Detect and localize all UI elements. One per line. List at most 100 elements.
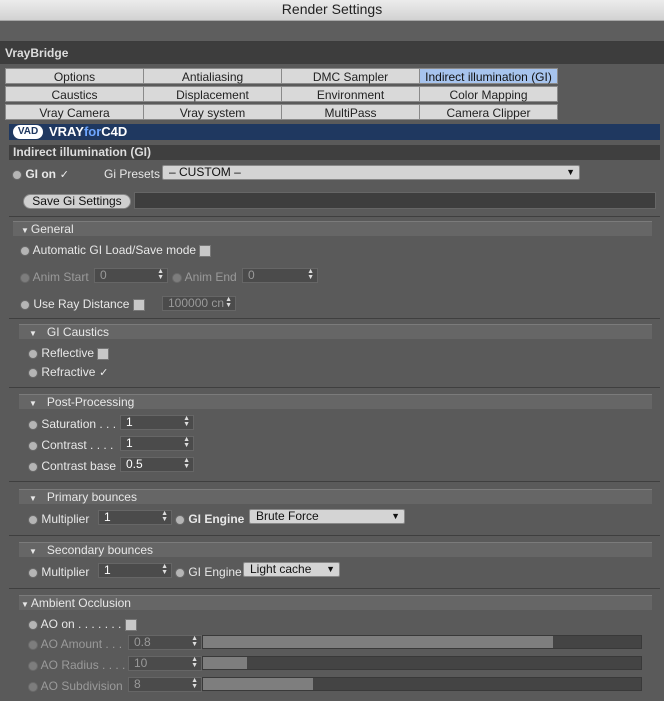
tab-grid: Options Antialiasing DMC Sampler Indirec… xyxy=(5,68,558,122)
tab-dmc-sampler[interactable]: DMC Sampler xyxy=(281,68,420,84)
anim-start-label: Anim Start xyxy=(32,270,89,284)
ao-amount-row: AO Amount . . . xyxy=(28,637,122,651)
secondary-multiplier-row: Multiplier xyxy=(28,565,89,579)
ao-amount-input[interactable]: 0.8 ▲ ▼ xyxy=(128,635,202,650)
ray-distance-radio[interactable] xyxy=(20,299,30,310)
refractive-radio[interactable] xyxy=(28,367,38,378)
vray-logo-banner: VAD VRAYforC4D xyxy=(9,124,660,140)
tab-options[interactable]: Options xyxy=(5,68,144,84)
saturation-row: Saturation . . . xyxy=(28,417,116,431)
gi-on-label: GI on xyxy=(25,167,57,181)
tab-vray-camera[interactable]: Vray Camera xyxy=(5,104,144,120)
tab-camera-clipper[interactable]: Camera Clipper xyxy=(419,104,558,120)
auto-gi-radio[interactable] xyxy=(20,245,30,256)
ray-distance-row: Use Ray Distance xyxy=(20,297,145,311)
primary-engine-radio[interactable] xyxy=(175,514,185,525)
anim-end-radio[interactable] xyxy=(172,272,182,283)
tab-antialiasing[interactable]: Antialiasing xyxy=(143,68,282,84)
post-processing-section-header[interactable]: ▼ Post-Processing xyxy=(19,394,652,409)
tab-caustics[interactable]: Caustics xyxy=(5,86,144,102)
reflective-radio[interactable] xyxy=(28,348,38,359)
triangle-down-icon: ▼ xyxy=(29,399,37,408)
tab-vray-system[interactable]: Vray system xyxy=(143,104,282,120)
tab-environment[interactable]: Environment xyxy=(281,86,420,102)
anim-end-input[interactable]: 0 ▲ ▼ xyxy=(242,268,318,283)
secondary-engine-radio[interactable] xyxy=(175,567,185,578)
refractive-label: Refractive xyxy=(41,365,96,379)
ao-subdivision-radio[interactable] xyxy=(28,681,38,692)
primary-multiplier-radio[interactable] xyxy=(28,514,38,525)
auto-gi-label: Automatic GI Load/Save mode xyxy=(32,243,197,257)
gi-presets-dropdown[interactable]: – CUSTOM – ▼ xyxy=(162,165,580,180)
ao-subdivision-slider[interactable] xyxy=(202,677,642,691)
contrast-radio[interactable] xyxy=(28,440,38,451)
save-gi-path-field[interactable] xyxy=(134,192,656,209)
chevron-down-icon: ▼ xyxy=(326,564,335,574)
auto-gi-checkbox[interactable] xyxy=(199,244,212,257)
triangle-down-icon: ▼ xyxy=(21,600,29,609)
anim-start-input[interactable]: 0 ▲ ▼ xyxy=(94,268,168,283)
chevron-down-icon: ▼ xyxy=(566,167,575,177)
reflective-row: Reflective xyxy=(28,346,110,360)
saturation-input[interactable]: 1 ▲ ▼ xyxy=(120,415,194,430)
spinner-icon: ▲ ▼ xyxy=(307,268,314,281)
ao-on-label: AO on . . . . . . . xyxy=(40,617,122,631)
saturation-radio[interactable] xyxy=(28,419,38,430)
contrast-base-row: Contrast base xyxy=(28,459,116,473)
spinner-icon: ▲ ▼ xyxy=(183,436,190,449)
ray-distance-input[interactable]: 100000 cn ▲ ▼ xyxy=(162,296,236,311)
primary-engine-dropdown[interactable]: Brute Force ▼ xyxy=(249,509,405,524)
ao-amount-label: AO Amount . . . xyxy=(40,637,123,651)
ao-amount-slider[interactable] xyxy=(202,635,642,649)
ray-distance-checkbox[interactable] xyxy=(132,298,145,311)
refractive-checkbox[interactable]: ✓ xyxy=(99,367,109,378)
refractive-row: Refractive ✓ xyxy=(28,365,109,379)
contrast-base-radio[interactable] xyxy=(28,461,38,472)
primary-bounces-section-header[interactable]: ▼ Primary bounces xyxy=(19,489,652,504)
secondary-bounces-section-header[interactable]: ▼ Secondary bounces xyxy=(19,542,652,557)
gi-caustics-section-header[interactable]: ▼ GI Caustics xyxy=(19,324,652,339)
vray-logo-icon: VAD xyxy=(13,125,43,139)
gi-on-radio[interactable] xyxy=(12,169,22,180)
ao-radius-radio[interactable] xyxy=(28,660,38,671)
contrast-label: Contrast . . . . xyxy=(41,438,114,452)
tab-color-mapping[interactable]: Color Mapping xyxy=(419,86,558,102)
triangle-down-icon: ▼ xyxy=(29,494,37,503)
spinner-icon: ▲ ▼ xyxy=(191,677,198,690)
chevron-down-icon: ▼ xyxy=(391,511,400,521)
reflective-checkbox[interactable] xyxy=(97,347,110,360)
ao-radius-slider-fill xyxy=(203,657,247,669)
ao-radius-row: AO Radius . . . . xyxy=(28,658,125,672)
gi-on-checkbox[interactable]: ✓ xyxy=(59,169,69,180)
secondary-multiplier-radio[interactable] xyxy=(28,567,38,578)
tab-multipass[interactable]: MultiPass xyxy=(281,104,420,120)
ao-radius-input[interactable]: 10 ▲ ▼ xyxy=(128,656,202,671)
tab-displacement[interactable]: Displacement xyxy=(143,86,282,102)
general-section-header[interactable]: ▼ General xyxy=(13,221,652,236)
ao-radius-label: AO Radius . . . . xyxy=(40,658,126,672)
ao-radius-slider[interactable] xyxy=(202,656,642,670)
ao-on-checkbox[interactable] xyxy=(124,618,137,631)
secondary-multiplier-input[interactable]: 1 ▲ ▼ xyxy=(98,563,172,578)
ao-amount-radio[interactable] xyxy=(28,639,38,650)
spinner-icon: ▲ ▼ xyxy=(161,563,168,576)
contrast-input[interactable]: 1 ▲ ▼ xyxy=(120,436,194,451)
ao-subdivision-input[interactable]: 8 ▲ ▼ xyxy=(128,677,202,692)
tab-indirect-illumination[interactable]: Indirect illumination (GI) xyxy=(419,68,558,84)
ambient-occlusion-section-header[interactable]: ▼ Ambient Occlusion xyxy=(19,595,652,610)
toolbar-strip xyxy=(0,21,664,42)
spinner-icon: ▲ ▼ xyxy=(191,656,198,669)
contrast-row: Contrast . . . . xyxy=(28,438,113,452)
window-title: Render Settings xyxy=(0,0,664,21)
spinner-icon: ▲ ▼ xyxy=(157,268,164,281)
auto-gi-row: Automatic GI Load/Save mode xyxy=(20,243,212,257)
save-gi-settings-button[interactable]: Save Gi Settings xyxy=(23,194,131,209)
secondary-engine-dropdown[interactable]: Light cache ▼ xyxy=(243,562,340,577)
contrast-base-label: Contrast base xyxy=(41,459,117,473)
ao-on-radio[interactable] xyxy=(28,619,38,630)
anim-end-label: Anim End xyxy=(184,270,237,284)
anim-start-radio[interactable] xyxy=(20,272,30,283)
spinner-icon: ▲ ▼ xyxy=(183,415,190,428)
contrast-base-input[interactable]: 0.5 ▲ ▼ xyxy=(120,457,194,472)
primary-multiplier-input[interactable]: 1 ▲ ▼ xyxy=(98,510,172,525)
